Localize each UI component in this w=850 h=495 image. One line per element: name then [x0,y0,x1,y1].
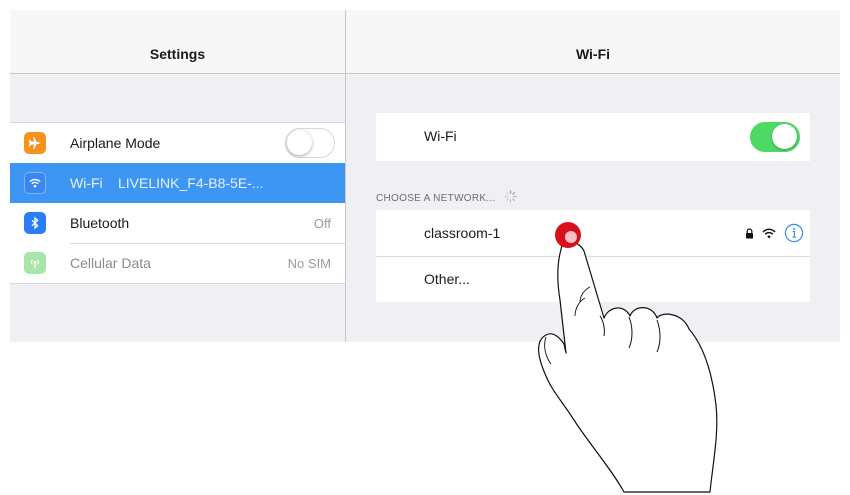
settings-panel: Settings Airplane Mode Wi-Fi LIVELINK_F4… [10,10,345,342]
wifi-icon [24,172,46,194]
settings-item-label: Bluetooth [70,215,130,231]
bluetooth-icon [24,212,46,234]
network-name: classroom-1 [424,225,501,241]
airplane-mode-toggle[interactable] [285,128,335,158]
choose-network-header: CHOOSE A NETWORK... [376,190,517,206]
settings-item-label: Airplane Mode [70,135,161,151]
settings-item-airplane-mode[interactable]: Airplane Mode [10,123,345,163]
wifi-signal-icon [762,228,776,239]
section-header-label: CHOOSE A NETWORK... [376,192,496,204]
settings-title: Settings [149,46,206,62]
settings-navbar: Settings [10,10,345,74]
settings-item-label: Cellular Data [70,255,151,271]
wifi-navbar: Wi-Fi [346,10,840,74]
ipad-screen: Settings Airplane Mode Wi-Fi LIVELINK_F4… [10,10,840,342]
airplane-icon [24,132,46,154]
lock-icon [745,227,754,239]
cellular-icon [24,252,46,274]
info-icon[interactable] [784,223,804,243]
wifi-toggle[interactable] [750,122,800,152]
settings-item-label: Wi-Fi [70,175,103,191]
wifi-current-network: LIVELINK_F4-B8-5E-... [118,175,264,191]
wifi-toggle-label: Wi-Fi [424,128,457,144]
wifi-toggle-row: Wi-Fi [376,113,810,161]
cellular-status: No SIM [287,255,331,271]
spinner-icon [503,190,517,206]
network-row-classroom-1[interactable]: classroom-1 [376,210,810,256]
settings-list: Airplane Mode Wi-Fi LIVELINK_F4-B8-5E-..… [10,122,345,284]
bluetooth-status: Off [313,215,331,231]
wifi-title: Wi-Fi [575,46,611,62]
settings-item-cellular-data[interactable]: Cellular Data No SIM [10,243,345,283]
tap-indicator-icon [555,222,581,248]
settings-item-wifi[interactable]: Wi-Fi LIVELINK_F4-B8-5E-... [10,163,345,203]
settings-item-bluetooth[interactable]: Bluetooth Off [10,203,345,243]
network-name: Other... [424,271,470,287]
